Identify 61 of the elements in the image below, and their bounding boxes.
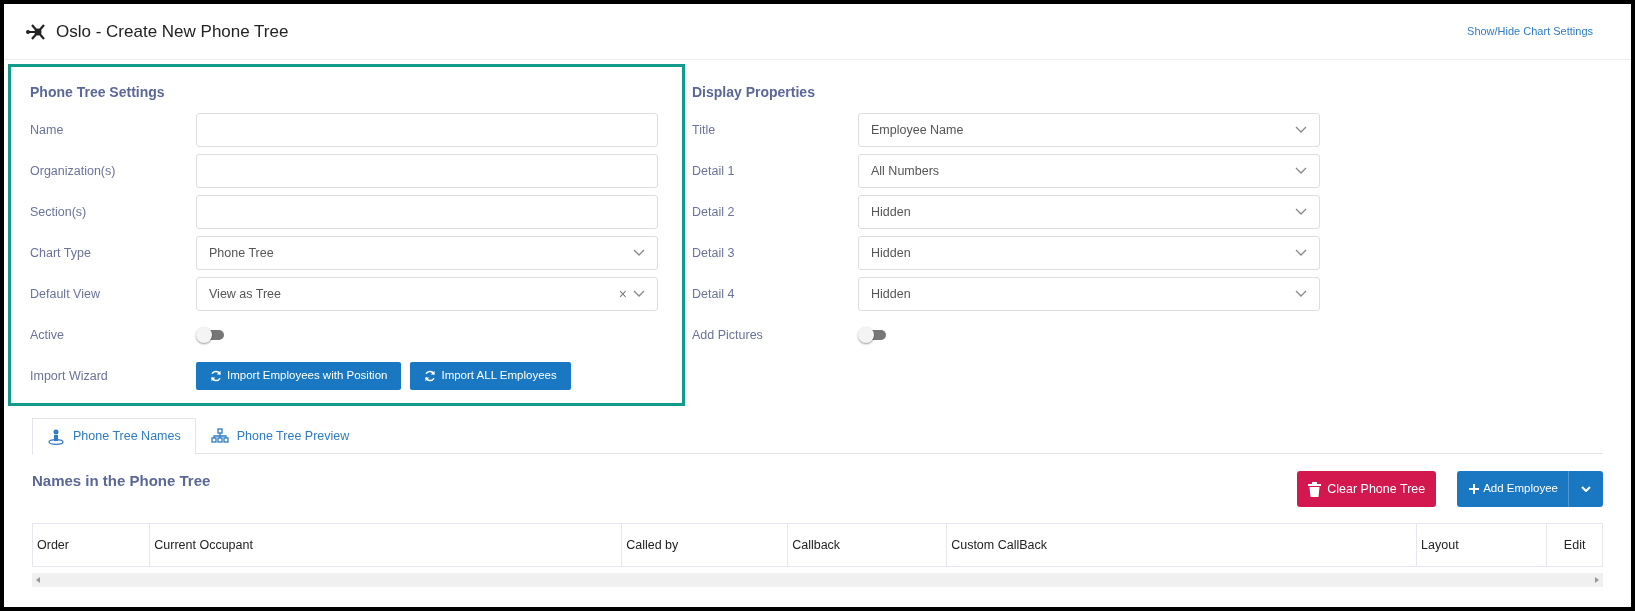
field-label: Detail 4 <box>692 285 736 303</box>
field-label: Title <box>692 121 717 139</box>
dropdown-field[interactable]: Employee Name <box>858 113 1320 147</box>
chevron-down-icon <box>1581 486 1591 492</box>
chevron-down-icon <box>633 290 645 298</box>
show-hide-settings-link[interactable]: Show/Hide Chart Settings <box>1467 23 1593 40</box>
column-header: Order <box>33 524 151 566</box>
dropdown-field[interactable]: Hidden <box>858 195 1320 229</box>
dropdown-field[interactable]: Phone Tree <box>196 236 658 270</box>
hierarchy-icon <box>210 428 229 444</box>
dropdown-field[interactable]: All Numbers <box>858 154 1320 188</box>
toggle-switch[interactable] <box>858 327 886 343</box>
field-label: Chart Type <box>30 244 92 262</box>
refresh-icon <box>210 370 222 382</box>
person-icon <box>47 428 65 445</box>
section-heading: Phone Tree Settings <box>30 83 166 102</box>
refresh-icon <box>424 370 437 382</box>
text-field[interactable] <box>196 195 658 229</box>
chevron-down-icon <box>1295 290 1307 298</box>
chevron-down-icon <box>633 249 645 257</box>
field-label: Name <box>30 121 65 139</box>
text-field[interactable] <box>196 154 658 188</box>
field-label: Detail 1 <box>692 162 736 180</box>
field-label: Default View <box>30 285 101 303</box>
column-header: Custom CallBack <box>947 524 1418 566</box>
scroll-right-icon[interactable] <box>1595 577 1599 583</box>
tab[interactable]: Phone Tree Names <box>32 418 196 455</box>
field-label: Section(s) <box>30 203 88 221</box>
chevron-down-icon <box>1295 249 1307 257</box>
clear-button[interactable]: × <box>618 287 627 301</box>
column-header: Called by <box>622 524 789 566</box>
chevron-down-icon <box>1295 208 1307 216</box>
import-button[interactable]: Import ALL Employees <box>410 362 571 390</box>
section-heading: Names in the Phone Tree <box>32 471 211 491</box>
plus-icon <box>1469 484 1480 494</box>
section-heading: Display Properties <box>692 83 816 102</box>
column-header: Callback <box>788 524 948 566</box>
column-header: Current Occupant <box>150 524 623 566</box>
field-label: Add Pictures <box>692 326 764 344</box>
field-label: Active <box>30 326 66 344</box>
field-label: Organization(s) <box>30 162 117 180</box>
text-field[interactable] <box>196 113 658 147</box>
chevron-down-icon <box>1295 167 1307 175</box>
dropdown-field[interactable]: View as Tree × <box>196 277 658 311</box>
network-icon <box>26 22 48 41</box>
column-header: Layout <box>1417 524 1548 566</box>
scroll-left-icon[interactable] <box>36 577 40 583</box>
import-button[interactable]: Import Employees with Position <box>196 362 402 390</box>
dropdown-field[interactable]: Hidden <box>858 236 1320 270</box>
page-title: Oslo - Create New Phone Tree <box>56 20 289 43</box>
horizontal-scrollbar[interactable] <box>32 573 1603 587</box>
chevron-down-icon <box>1295 126 1307 134</box>
dropdown-field[interactable]: Hidden <box>858 277 1320 311</box>
trash-icon <box>1308 481 1322 497</box>
tab[interactable]: Phone Tree Preview <box>195 418 365 454</box>
column-header: Edit <box>1562 536 1587 554</box>
field-label: Detail 2 <box>692 203 736 221</box>
clear-phone-tree-button[interactable]: Clear Phone Tree <box>1297 471 1437 507</box>
field-label: Detail 3 <box>692 244 736 262</box>
toggle-switch[interactable] <box>196 327 224 343</box>
field-label: Import Wizard <box>30 367 109 385</box>
